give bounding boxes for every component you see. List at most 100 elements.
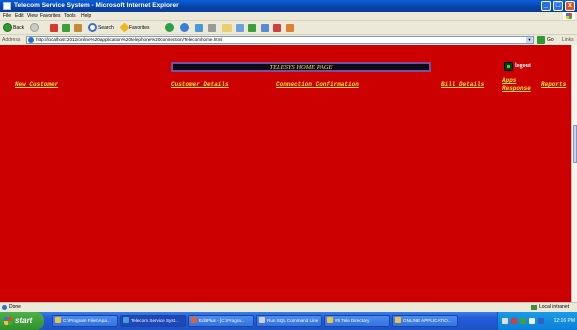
nav-new-customer[interactable]: New Customer — [15, 82, 58, 88]
tray-volume-icon[interactable] — [529, 318, 535, 324]
search-button[interactable]: Search — [88, 23, 114, 32]
nav-apps-response-line2[interactable]: Response — [502, 86, 531, 92]
folder-icon — [55, 317, 61, 323]
home-button[interactable] — [74, 23, 82, 32]
go-label: Go — [547, 37, 554, 43]
stop-icon — [50, 23, 58, 32]
start-button[interactable]: start — [0, 312, 44, 330]
research-button[interactable] — [261, 23, 269, 32]
address-dropdown-icon[interactable]: ▼ — [526, 37, 533, 43]
stop-button[interactable] — [50, 23, 58, 32]
maximize-button[interactable]: □ — [553, 1, 563, 11]
page-content: TELESYS HOME PAGE logout New Customer Cu… — [0, 45, 571, 302]
folder-icon — [327, 317, 333, 323]
mail-icon — [195, 23, 203, 32]
logout-icon — [504, 61, 513, 71]
messenger-button[interactable] — [248, 23, 256, 32]
tray-app-icon[interactable] — [538, 318, 544, 324]
minimize-button[interactable]: _ — [541, 1, 551, 11]
menu-favorites[interactable]: Favorites — [40, 13, 61, 19]
print-icon — [208, 23, 216, 32]
discuss-button[interactable] — [236, 23, 244, 32]
nav-bill-details[interactable]: Bill Details — [441, 82, 484, 88]
taskbar-item-label: #5 Tele Directory — [335, 318, 370, 323]
media-icon — [165, 23, 174, 32]
window-title: Telecom Service System - Microsoft Inter… — [14, 2, 179, 9]
taskbar-item-apache-folder[interactable]: C:\Program Files\Apa... — [52, 315, 118, 327]
ie-app-icon — [3, 2, 11, 10]
security-zone: Local intranet — [530, 304, 569, 310]
tools-icon — [286, 23, 294, 32]
mail-button[interactable] — [195, 23, 203, 32]
address-input[interactable]: http://localhost:2012/online%20applicati… — [26, 36, 534, 44]
taskbar-item-label: ONLINE APPLICATIO... — [403, 318, 452, 323]
folder-icon — [395, 317, 401, 323]
star-icon — [119, 22, 130, 33]
history-button[interactable] — [180, 23, 189, 32]
title-bar: Telecom Service System - Microsoft Inter… — [0, 0, 577, 12]
favorites-button[interactable]: Favorites — [119, 22, 150, 33]
toolbar-extra-button[interactable] — [273, 23, 281, 32]
vertical-scrollbar[interactable] — [571, 45, 577, 302]
back-button[interactable]: Back — [3, 23, 24, 32]
go-button[interactable]: Go — [537, 36, 559, 44]
menu-bar: File Edit View Favorites Tools Help — [0, 12, 577, 21]
taskbar-item-online-application[interactable]: ONLINE APPLICATIO... — [392, 315, 458, 327]
print-button[interactable] — [208, 23, 216, 32]
page-icon — [28, 37, 34, 43]
nav-apps-response-line1[interactable]: Apps — [502, 78, 516, 84]
taskbar-item-tele-directory[interactable]: #5 Tele Directory — [324, 315, 390, 327]
logout-button[interactable]: logout — [504, 61, 531, 71]
taskbar-item-sql-command[interactable]: Run SQL Command Line — [256, 315, 322, 327]
console-icon — [259, 317, 265, 323]
scrollbar-thumb[interactable] — [573, 125, 577, 163]
menu-edit[interactable]: Edit — [15, 13, 24, 19]
taskbar-item-label: Telecom Service Syst... — [131, 318, 179, 323]
taskbar-item-editplus[interactable]: EditPlus - [C:\Progra... — [188, 315, 254, 327]
tray-network-icon[interactable] — [502, 318, 508, 324]
media-button[interactable] — [165, 23, 174, 32]
intranet-icon — [530, 304, 537, 310]
research-icon — [261, 23, 269, 32]
windows-flag-icon — [4, 317, 12, 325]
forward-arrow-icon — [30, 23, 39, 32]
search-icon — [88, 23, 97, 32]
windows-logo-icon — [563, 12, 575, 20]
go-arrow-icon — [537, 36, 545, 44]
menu-tools[interactable]: Tools — [64, 13, 76, 19]
editplus-icon — [191, 317, 197, 323]
favorites-label: Favorites — [129, 24, 150, 31]
nav-connection-confirmation[interactable]: Connection Confirmation — [276, 82, 359, 88]
clock[interactable]: 12:16 PM — [554, 312, 575, 330]
zone-label: Local intranet — [538, 304, 569, 310]
home-icon — [74, 23, 82, 32]
menu-file[interactable]: File — [3, 13, 11, 19]
nav-reports[interactable]: Reports — [541, 82, 566, 88]
taskbar-item-telecom-service[interactable]: Telecom Service Syst... — [120, 315, 186, 327]
logout-label: logout — [515, 63, 532, 69]
system-tray: 12:16 PM — [497, 312, 577, 330]
back-arrow-icon — [3, 23, 12, 32]
refresh-button[interactable] — [62, 23, 70, 32]
tray-security-icon[interactable] — [520, 318, 526, 324]
menu-view[interactable]: View — [27, 13, 38, 19]
close-button[interactable]: x — [565, 1, 575, 11]
refresh-icon — [62, 23, 70, 32]
links-button[interactable]: Links — [562, 37, 574, 43]
back-label: Back — [13, 24, 25, 31]
forward-button[interactable] — [30, 23, 39, 32]
edit-icon — [222, 23, 232, 32]
address-url: http://localhost:2012/online%20applicati… — [36, 37, 223, 42]
toolbar-extra-icon — [273, 23, 281, 32]
tray-alert-icon[interactable] — [511, 318, 517, 324]
nav-customer-details[interactable]: Customer Details — [171, 82, 229, 88]
edit-button[interactable] — [222, 23, 232, 32]
ie-icon — [123, 317, 129, 323]
status-bar: Done Local intranet — [0, 302, 577, 312]
toolbar-tools-button[interactable] — [286, 23, 294, 32]
menu-help[interactable]: Help — [81, 13, 91, 19]
status-page-icon — [2, 305, 7, 310]
taskbar-item-label: C:\Program Files\Apa... — [63, 318, 111, 323]
status-text: Done — [9, 304, 21, 310]
search-label: Search — [98, 24, 114, 31]
